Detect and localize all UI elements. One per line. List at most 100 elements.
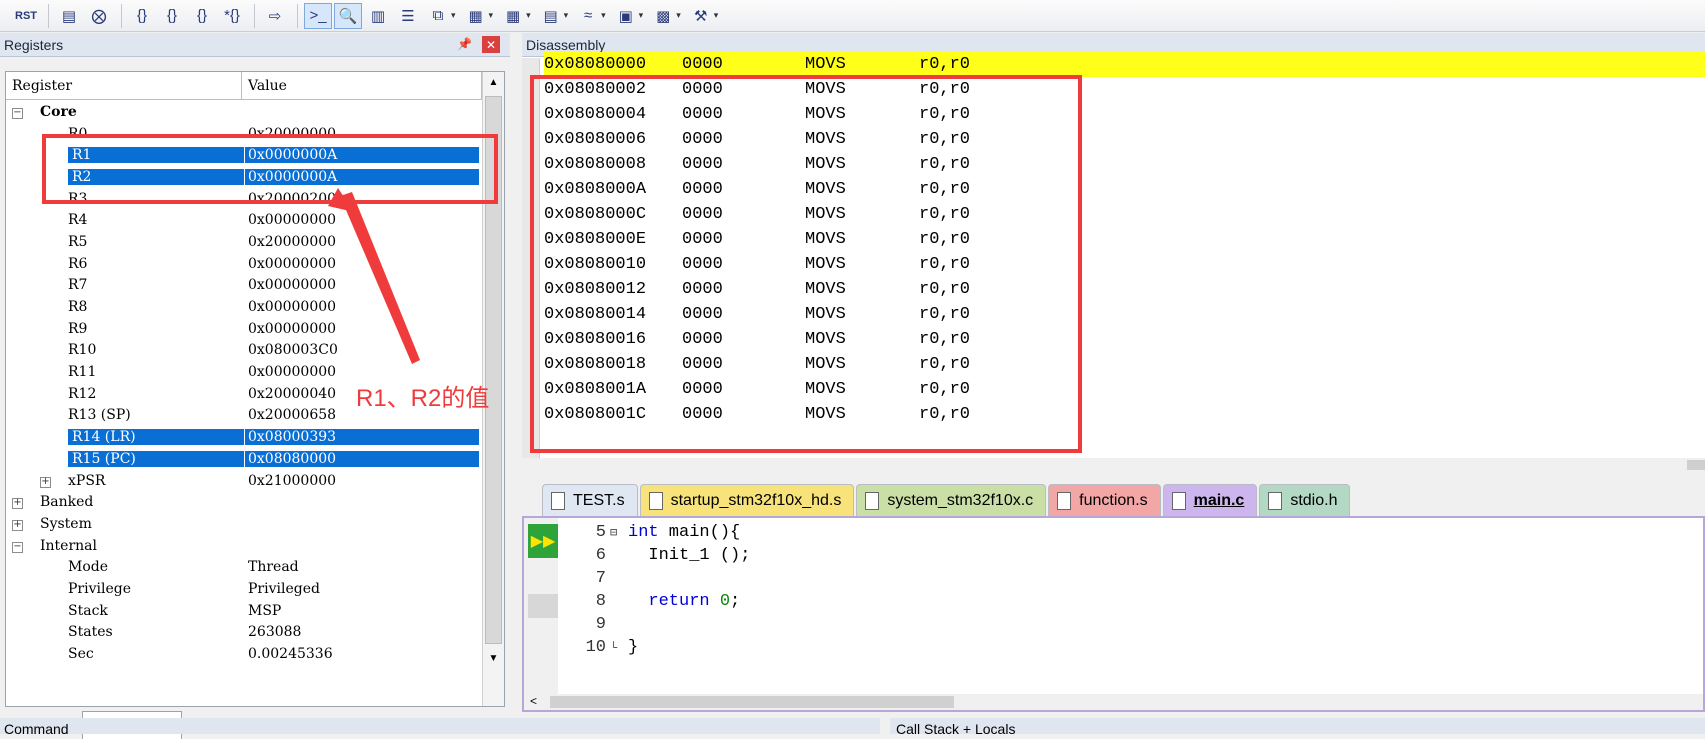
editor-tab-label: TEST.s: [573, 491, 625, 509]
code-line[interactable]: 9: [564, 612, 628, 637]
fold-icon[interactable]: └: [610, 641, 624, 655]
pin-icon[interactable]: 📌: [457, 37, 472, 51]
code-line[interactable]: 5 ⊟ int main(){: [564, 520, 740, 545]
register-value[interactable]: 0x08000393: [245, 429, 479, 446]
editor-body[interactable]: ▶▶ 5 ⊟ int main(){6 Init_1 (); 7 8 return 0;…: [522, 516, 1705, 712]
fold-icon[interactable]: ⊟: [610, 525, 624, 540]
register-row[interactable]: R4 0x00000000: [6, 209, 482, 231]
reset-icon[interactable]: RST: [12, 3, 40, 29]
register-value[interactable]: 0x00000000: [248, 256, 482, 272]
run-to-cursor-icon[interactable]: ▤: [55, 3, 83, 29]
code-line[interactable]: 10 └}: [564, 635, 639, 660]
editor-tab[interactable]: TEST.s: [542, 484, 638, 516]
expand-icon[interactable]: +: [12, 519, 23, 531]
register-value[interactable]: 263088: [248, 624, 482, 640]
dropdown-arrow-icon[interactable]: ▾: [564, 10, 569, 21]
toolbox-icon[interactable]: ⚒: [687, 3, 715, 29]
memory-window-icon[interactable]: ▦: [499, 3, 527, 29]
run-to-line-icon[interactable]: *{}: [218, 3, 246, 29]
file-icon: [1268, 491, 1283, 510]
annotation-box-registers: [42, 134, 498, 204]
register-row[interactable]: R14 (LR) 0x08000393: [6, 426, 482, 448]
symbols-window-icon[interactable]: ▥: [364, 3, 392, 29]
register-value[interactable]: 0x00000000: [248, 277, 482, 293]
register-value[interactable]: 0x08080000: [245, 450, 479, 467]
dropdown-arrow-icon[interactable]: ▾: [451, 10, 456, 21]
dropdown-arrow-icon[interactable]: ▾: [676, 10, 681, 21]
register-row[interactable]: Privilege Privileged: [6, 578, 482, 600]
register-row[interactable]: R8 0x00000000: [6, 296, 482, 318]
breakpoint-slot[interactable]: [528, 594, 558, 618]
register-column-header[interactable]: Register: [6, 72, 242, 99]
editor-hscrollbar[interactable]: <: [524, 694, 1703, 710]
step-into-icon[interactable]: {}: [128, 3, 156, 29]
editor-tab[interactable]: system_stm32f10x.c: [856, 484, 1047, 516]
register-value[interactable]: MSP: [248, 603, 482, 619]
register-name: Privilege: [68, 580, 131, 597]
close-icon[interactable]: ✕: [482, 36, 500, 53]
register-value[interactable]: 0x080003C0: [248, 342, 482, 358]
code-line[interactable]: 8 return 0;: [564, 589, 740, 614]
dropdown-arrow-icon[interactable]: ▾: [489, 10, 494, 21]
disassembly-line[interactable]: 0x08080000 0000 MOVS r0,r0: [544, 52, 1705, 77]
trace-window-icon[interactable]: ▣: [612, 3, 640, 29]
register-value[interactable]: Privileged: [248, 581, 482, 597]
dropdown-arrow-icon[interactable]: ▾: [526, 10, 531, 21]
register-name: R12: [68, 385, 97, 402]
register-row[interactable]: R9 0x00000000: [6, 318, 482, 340]
register-value[interactable]: 0x21000000: [248, 473, 482, 489]
disassembly-hscrollbar[interactable]: [522, 458, 1705, 471]
dropdown-arrow-icon[interactable]: ▾: [714, 10, 719, 21]
step-over-icon[interactable]: {}: [158, 3, 186, 29]
register-row[interactable]: R15 (PC) 0x08080000: [6, 448, 482, 470]
call-stack-icon[interactable]: ⧉: [424, 3, 452, 29]
register-row[interactable]: + System: [6, 513, 482, 535]
register-row[interactable]: + Banked: [6, 491, 482, 513]
expand-icon[interactable]: +: [40, 476, 51, 488]
register-value[interactable]: 0x00000000: [248, 321, 482, 337]
register-row[interactable]: − Internal: [6, 535, 482, 557]
register-row[interactable]: R6 0x00000000: [6, 253, 482, 275]
register-row[interactable]: − Core: [6, 101, 482, 123]
register-name: Stack: [68, 602, 108, 619]
editor-tab[interactable]: stdio.h: [1259, 484, 1351, 516]
serial-window-icon[interactable]: ▤: [537, 3, 565, 29]
editor-tab[interactable]: startup_stm32f10x_hd.s: [639, 484, 855, 516]
disassembly-window-icon[interactable]: 🔍: [334, 2, 362, 29]
scroll-up-icon[interactable]: ▲: [483, 72, 504, 92]
command-window-icon[interactable]: >_: [304, 2, 332, 29]
analysis-window-icon[interactable]: ≈: [574, 3, 602, 29]
register-row[interactable]: Stack MSP: [6, 600, 482, 622]
register-value[interactable]: 0.00245336: [248, 646, 482, 662]
collapse-icon[interactable]: −: [12, 541, 23, 553]
register-row[interactable]: Mode Thread: [6, 556, 482, 578]
stop-icon[interactable]: ⨂: [85, 3, 113, 29]
register-row[interactable]: States 263088: [6, 622, 482, 644]
register-row[interactable]: Sec 0.00245336: [6, 643, 482, 665]
editor-tab[interactable]: main.c: [1162, 484, 1258, 516]
watch-window-icon[interactable]: ▦: [462, 3, 490, 29]
register-row[interactable]: + xPSR 0x21000000: [6, 470, 482, 492]
dropdown-arrow-icon[interactable]: ▾: [601, 10, 606, 21]
value-column-header[interactable]: Value: [242, 72, 482, 99]
code-line[interactable]: 6 Init_1 ();: [564, 543, 751, 568]
show-next-statement-icon[interactable]: ⇨: [261, 3, 289, 29]
register-value[interactable]: 0x20000000: [248, 234, 482, 250]
scroll-left-icon[interactable]: <: [530, 694, 537, 708]
register-row[interactable]: R10 0x080003C0: [6, 340, 482, 362]
registers-window-icon[interactable]: ☰: [394, 3, 422, 29]
step-out-icon[interactable]: {}: [188, 3, 216, 29]
system-viewer-icon[interactable]: ▩: [649, 3, 677, 29]
dropdown-arrow-icon[interactable]: ▾: [639, 10, 644, 21]
register-value[interactable]: 0x00000000: [248, 299, 482, 315]
register-row[interactable]: R7 0x00000000: [6, 275, 482, 297]
code-line[interactable]: 7: [564, 566, 628, 591]
register-row[interactable]: R5 0x20000000: [6, 231, 482, 253]
editor-tab[interactable]: function.s: [1048, 484, 1161, 516]
register-name: Mode: [68, 559, 109, 576]
expand-icon[interactable]: +: [12, 498, 23, 510]
scroll-down-icon[interactable]: ▼: [483, 648, 504, 668]
collapse-icon[interactable]: −: [12, 107, 23, 119]
register-value[interactable]: Thread: [248, 559, 482, 575]
register-value[interactable]: 0x00000000: [248, 212, 482, 228]
